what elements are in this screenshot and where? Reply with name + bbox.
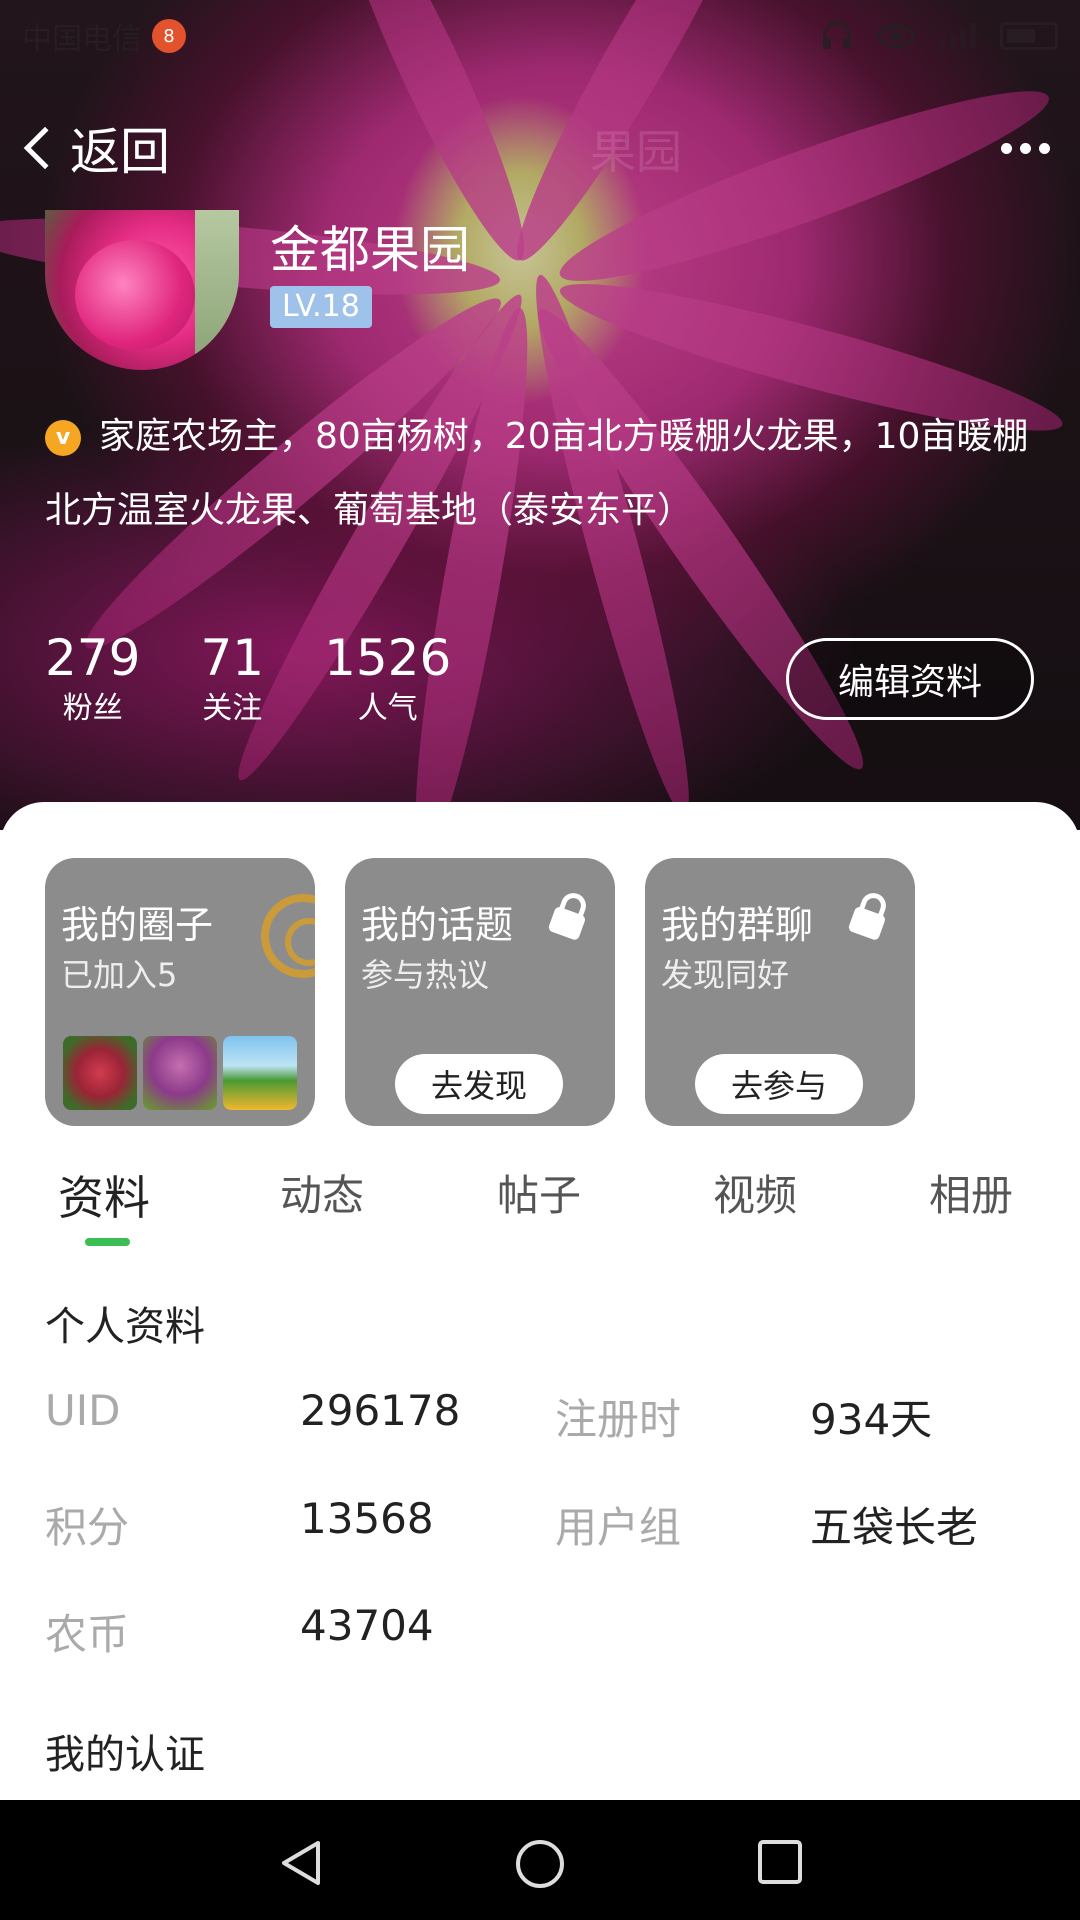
tab-videos[interactable]: 视频	[713, 1162, 797, 1223]
circle-thumbnails	[63, 1036, 297, 1110]
section-title-certification: 我的认证	[45, 1732, 205, 1778]
thumbnail-grapes	[143, 1036, 217, 1110]
card-my-groups[interactable]: 我的群聊 发现同好 去参与	[645, 858, 915, 1126]
system-nav-bar	[0, 1800, 1080, 1920]
stat-label: 粉丝	[62, 691, 123, 726]
card-subtitle: 参与热议	[361, 956, 490, 994]
info-row: UID 296178 注册时 934天	[0, 1386, 1080, 1446]
status-bar: 中国电信 8	[0, 0, 1080, 72]
info-value: 934天	[810, 1395, 933, 1444]
info-row: 农币 43704	[0, 1601, 1080, 1661]
nav-back-icon[interactable]	[276, 1838, 326, 1888]
info-key: UID	[45, 1386, 121, 1435]
tab-activity[interactable]: 动态	[280, 1162, 364, 1223]
notification-badge-icon: 8	[152, 19, 186, 53]
circle-icon	[261, 894, 315, 978]
back-label: 返回	[70, 123, 170, 181]
card-title: 我的话题	[361, 903, 514, 947]
level-badge: LV.18	[270, 286, 372, 328]
back-button[interactable]: 返回	[23, 112, 170, 184]
profile-stats: 279 粉丝 71 关注 1526 人气	[45, 630, 511, 732]
chevron-left-icon	[23, 126, 67, 170]
info-row: 积分 13568 用户组 五袋长老	[0, 1494, 1080, 1554]
verified-icon: v	[45, 420, 81, 456]
lock-icon	[548, 893, 586, 940]
profile-bio: v 家庭农场主，80亩杨树，20亩北方暖棚火龙果，10亩暖棚 北方温室火龙果、葡萄…	[45, 400, 1080, 548]
info-key: 用户组	[555, 1503, 682, 1552]
stat-following[interactable]: 71 关注	[200, 630, 264, 732]
more-dot-icon	[1020, 142, 1031, 154]
info-key: 注册时	[555, 1395, 682, 1444]
top-nav: 返回 果园	[23, 108, 1050, 188]
stat-value: 71	[200, 629, 265, 687]
card-subtitle: 发现同好	[661, 956, 790, 994]
profile-name: 金都果园	[270, 221, 470, 279]
nav-recents-icon[interactable]	[756, 1838, 804, 1886]
stat-label: 关注	[202, 691, 263, 726]
info-value: 43704	[300, 1601, 434, 1650]
card-title: 我的圈子	[61, 903, 214, 947]
info-key: 农币	[45, 1610, 130, 1659]
join-button[interactable]: 去参与	[695, 1054, 863, 1114]
more-dot-icon	[1001, 142, 1012, 154]
more-menu-button[interactable]	[1001, 142, 1050, 154]
stat-value: 1526	[324, 629, 452, 687]
info-key: 积分	[45, 1503, 130, 1552]
info-value: 13568	[300, 1494, 434, 1543]
stat-fans[interactable]: 279 粉丝	[45, 630, 140, 732]
bio-line-2: 北方温室火龙果、葡萄基地（泰安东平）	[45, 490, 694, 531]
tab-posts[interactable]: 帖子	[497, 1162, 581, 1223]
card-my-topics[interactable]: 我的话题 参与热议 去发现	[345, 858, 615, 1126]
section-title-personal-info: 个人资料	[45, 1304, 205, 1350]
stat-label: 人气	[357, 691, 418, 726]
discover-button[interactable]: 去发现	[395, 1054, 563, 1114]
eye-icon	[877, 24, 915, 48]
headset-icon	[823, 21, 851, 49]
info-value: 五袋长老	[810, 1503, 979, 1552]
thumbnail-cartoon	[223, 1036, 297, 1110]
stat-value: 279	[45, 629, 141, 687]
nav-home-icon[interactable]	[514, 1838, 566, 1890]
carrier-name: 中国电信	[22, 22, 142, 57]
stat-popularity: 1526 人气	[324, 630, 451, 732]
profile-tabs: 资料 动态 帖子 视频 相册	[0, 1150, 1080, 1240]
card-title: 我的群聊	[661, 903, 814, 947]
card-my-circles[interactable]: 我的圈子 已加入5	[45, 858, 315, 1126]
active-tab-indicator	[85, 1238, 130, 1246]
feature-cards: 我的圈子 已加入5 我的话题 参与热议 去发现 我的群聊 发现同好 去参与	[45, 858, 915, 1126]
info-value: 296178	[300, 1386, 461, 1435]
nav-title: 果园	[590, 125, 682, 179]
battery-icon	[1000, 22, 1058, 50]
tab-albums[interactable]: 相册	[929, 1162, 1013, 1223]
lock-icon	[848, 893, 886, 940]
card-subtitle: 已加入5	[61, 956, 178, 994]
signal-icon	[940, 23, 976, 49]
thumbnail-dragonfruit	[63, 1036, 137, 1110]
bio-line-1: 家庭农场主，80亩杨树，20亩北方暖棚火龙果，10亩暖棚	[99, 416, 1029, 457]
more-dot-icon	[1039, 142, 1050, 154]
edit-profile-button[interactable]: 编辑资料	[786, 638, 1034, 720]
tab-profile[interactable]: 资料	[58, 1162, 150, 1228]
